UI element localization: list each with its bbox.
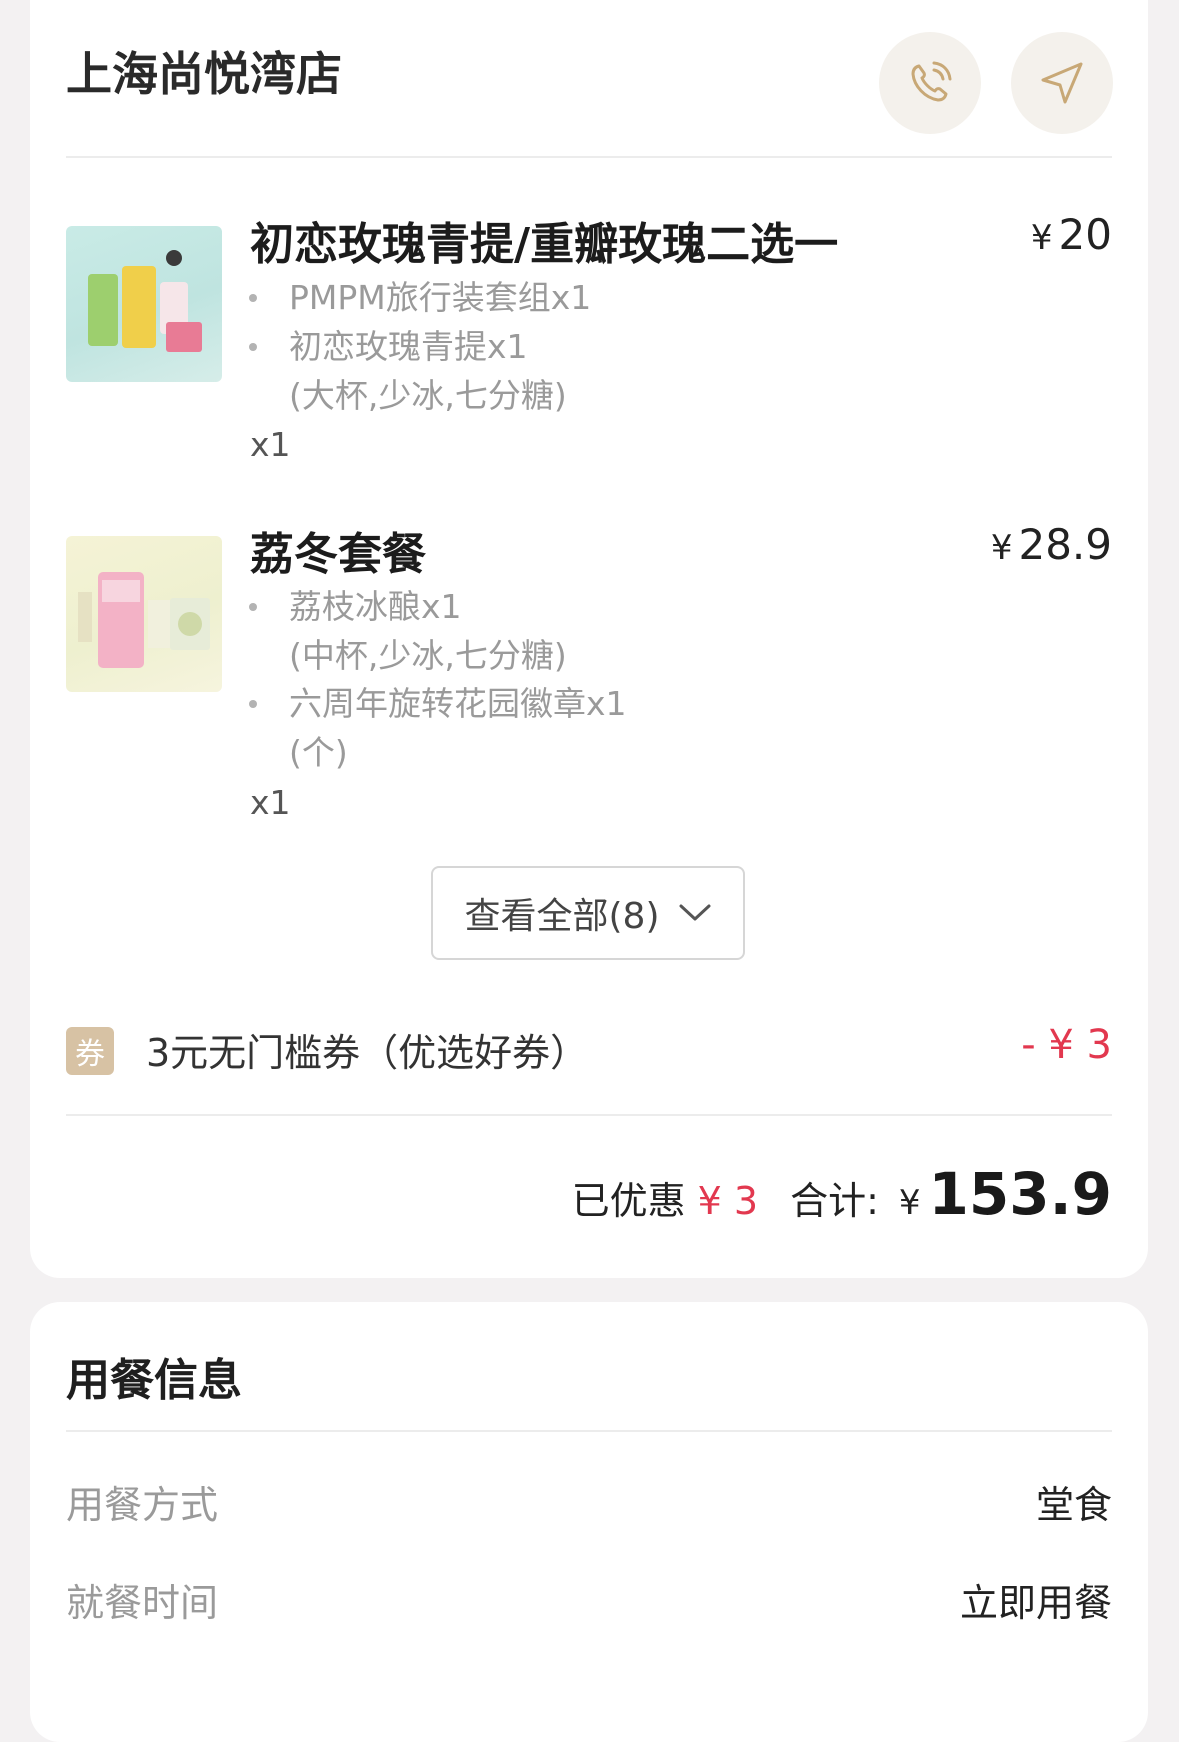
product-image-art: [88, 250, 202, 352]
navigate-button[interactable]: [1011, 32, 1113, 134]
product-image[interactable]: [66, 536, 222, 692]
item-price: ¥28.9: [990, 520, 1112, 569]
dining-time-label: 就餐时间: [66, 1581, 219, 1625]
item-options: (中杯,少冰,七分糖): [289, 636, 567, 675]
item-title: 初恋玫瑰青提/重瓣玫瑰二选一: [250, 219, 839, 270]
divider: [66, 1430, 1112, 1432]
view-all-button[interactable]: 查看全部(8): [431, 866, 745, 960]
item-price: ¥20: [1030, 210, 1112, 259]
call-store-button[interactable]: [879, 32, 981, 134]
store-name: 上海尚悦湾店: [66, 47, 342, 101]
item-options: (大杯,少冰,七分糖): [289, 376, 567, 415]
dining-method-value: 堂食: [1035, 1483, 1112, 1527]
item-quantity: x1: [250, 783, 291, 822]
total-amount: 153.9: [928, 1160, 1112, 1228]
divider: [66, 1114, 1112, 1116]
bullet: [249, 700, 257, 708]
coupon-discount: - ¥ 3: [1021, 1022, 1112, 1068]
total-label: 合计:: [790, 1179, 879, 1223]
navigation-arrow-icon: [1041, 62, 1083, 104]
bullet: [249, 603, 257, 611]
phone-call-icon: [911, 61, 952, 102]
product-image[interactable]: [66, 226, 222, 382]
product-image-art: [78, 572, 210, 668]
discount-value: ¥ 3: [697, 1179, 759, 1223]
coupon-icon: 券: [66, 1027, 114, 1075]
item-quantity: x1: [250, 425, 291, 464]
order-card: 上海尚悦湾店 初恋玫瑰青提/重瓣玫瑰二选一 ¥20 PMPM旅行装套组x1 初恋…: [30, 0, 1148, 1278]
dining-info-card: 用餐信息 用餐方式 堂食 就餐时间 立即用餐: [30, 1302, 1148, 1742]
view-all-label: 查看全部(8): [464, 896, 660, 937]
order-total: 已优惠 ¥ 3 合计: ¥ 153.9: [572, 1160, 1112, 1228]
item-sub-line: 初恋玫瑰青提x1: [289, 327, 528, 366]
item-sub-line: 荔枝冰酿x1: [289, 587, 462, 626]
item-sub-line: 六周年旋转花园徽章x1: [289, 684, 627, 723]
discount-label: 已优惠: [571, 1179, 686, 1223]
divider: [66, 156, 1112, 158]
item-options: (个): [289, 733, 348, 772]
item-title: 荔冬套餐: [250, 529, 426, 580]
section-title: 用餐信息: [66, 1355, 242, 1406]
bullet: [249, 343, 257, 351]
item-sub-line: PMPM旅行装套组x1: [289, 278, 592, 317]
dining-method-label: 用餐方式: [66, 1483, 219, 1527]
coupon-name[interactable]: 3元无门槛券（优选好券）: [146, 1022, 588, 1077]
total-currency: ¥: [898, 1183, 921, 1223]
bullet: [249, 294, 257, 302]
dining-time-value: 立即用餐: [959, 1581, 1112, 1625]
chevron-down-icon: [679, 904, 710, 921]
